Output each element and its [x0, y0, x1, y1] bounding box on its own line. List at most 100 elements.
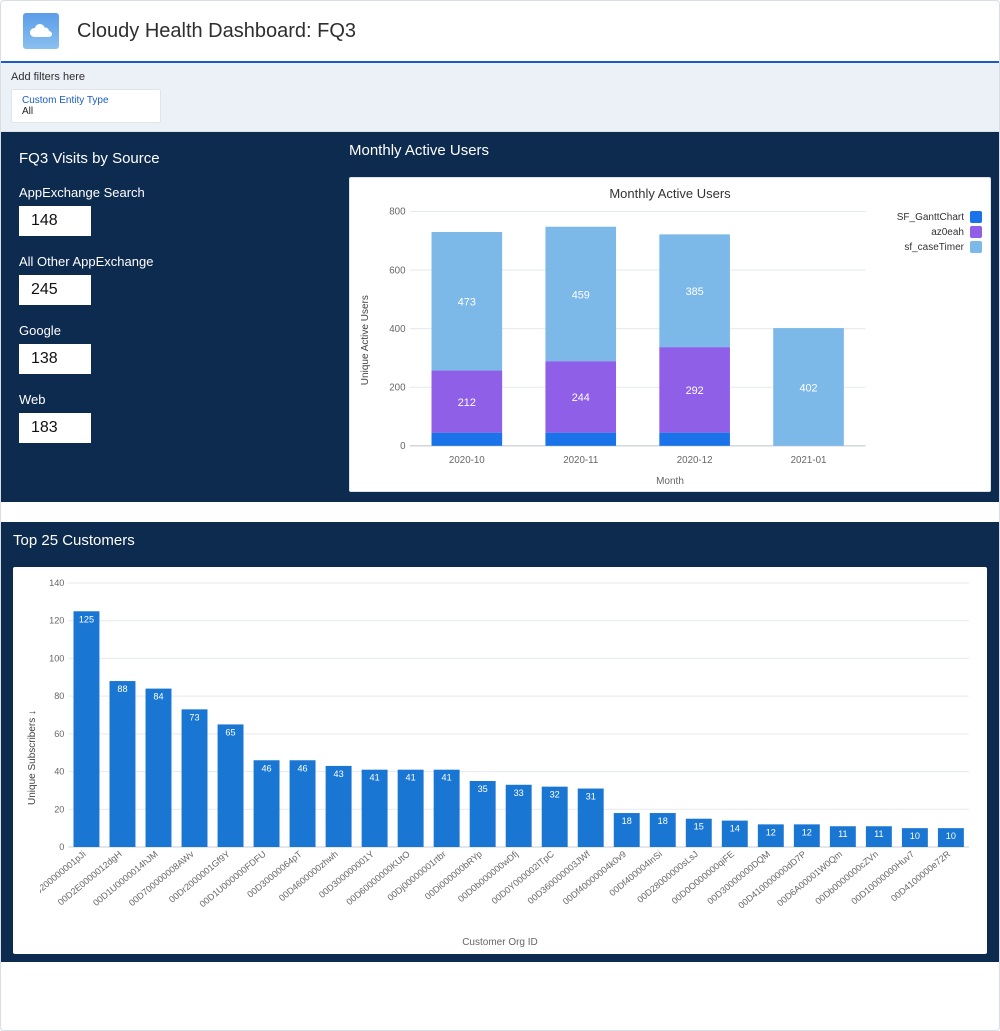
legend-item[interactable]: sf_caseTimer [872, 241, 982, 253]
svg-text:40: 40 [54, 767, 64, 777]
metric-value[interactable]: 138 [19, 344, 91, 374]
mau-chart-title: Monthly Active Users [358, 186, 982, 201]
svg-text:31: 31 [586, 792, 596, 802]
svg-text:00D0Y000002ITpC: 00D0Y000002ITpC [490, 849, 557, 906]
dashboard-header: Cloudy Health Dashboard: FQ3 [1, 1, 999, 63]
metric-value[interactable]: 245 [19, 275, 91, 305]
filters-bar: Add filters here Custom Entity Type All [1, 63, 999, 132]
customers-title: Top 25 Customers [13, 532, 987, 549]
svg-text:2021-01: 2021-01 [791, 455, 827, 466]
page-title: Cloudy Health Dashboard: FQ3 [77, 20, 356, 43]
svg-text:459: 459 [572, 289, 590, 301]
svg-text:100: 100 [49, 654, 64, 664]
svg-text:00D700000008AWv: 00D700000008AWv [127, 849, 196, 908]
customers-y-axis-label: Unique Subscribers ↓ [25, 577, 40, 937]
mau-chart[interactable]: 02004006008002020-102020-112020-122021-0… [373, 205, 872, 476]
mau-y-axis-label: Unique Active Users [358, 205, 373, 476]
top-customers-panel: Top 25 Customers Unique Subscribers ↓ 0 2… [9, 522, 991, 954]
cloud-icon [23, 13, 59, 49]
svg-text:00D4100000e72R: 00D4100000e72R [889, 849, 953, 904]
customers-x-axis-label: Customer Org ID [25, 937, 975, 948]
customers-chart[interactable]: 02040608010012014012500D200000001pJi8800… [40, 577, 975, 937]
mau-chart-card: Monthly Active Users Unique Active Users… [349, 177, 991, 492]
visit-metric: Google138 [19, 323, 331, 374]
svg-text:15: 15 [694, 822, 704, 832]
mau-x-axis-label: Month [358, 476, 982, 487]
svg-text:00D0O000000qiFE: 00D0O000000qiFE [670, 849, 736, 906]
svg-text:200: 200 [389, 382, 406, 393]
svg-text:00D360000003JWf: 00D360000003JWf [526, 849, 593, 906]
legend-item[interactable]: az0eah [872, 226, 982, 238]
svg-text:65: 65 [225, 728, 235, 738]
svg-text:292: 292 [686, 385, 704, 397]
svg-text:00D410000000dD7P: 00D410000000dD7P [736, 849, 808, 911]
legend-label: SF_GanttChart [897, 212, 964, 223]
svg-text:140: 140 [49, 578, 64, 588]
svg-text:12: 12 [802, 828, 812, 838]
visits-title: FQ3 Visits by Source [19, 150, 331, 167]
svg-text:00Df40000004k0v9: 00Df40000004k0v9 [561, 849, 628, 907]
svg-text:00Dr2000001Gf9Y: 00Dr2000001Gf9Y [167, 849, 232, 905]
svg-text:32: 32 [550, 790, 560, 800]
svg-text:20: 20 [54, 805, 64, 815]
svg-text:00D6A00001W0Qm: 00D6A00001W0Qm [775, 849, 844, 908]
svg-text:2020-11: 2020-11 [563, 455, 598, 466]
svg-text:84: 84 [153, 692, 163, 702]
svg-text:244: 244 [572, 392, 590, 404]
filter-value: All [22, 106, 150, 117]
svg-text:73: 73 [189, 713, 199, 723]
svg-text:41: 41 [370, 773, 380, 783]
svg-text:18: 18 [658, 816, 668, 826]
svg-text:33: 33 [514, 788, 524, 798]
add-filters-label[interactable]: Add filters here [1, 63, 999, 89]
svg-text:14: 14 [730, 824, 740, 834]
legend-swatch [970, 226, 982, 238]
svg-text:46: 46 [297, 764, 307, 774]
svg-text:00D1U000000FDFU: 00D1U000000FDFU [198, 849, 268, 909]
svg-text:41: 41 [406, 773, 416, 783]
svg-text:00D1U0000014hJM: 00D1U0000014hJM [91, 849, 160, 908]
svg-text:400: 400 [389, 324, 406, 335]
visit-metric: All Other AppExchange 245 [19, 254, 331, 305]
svg-text:88: 88 [117, 684, 127, 694]
svg-text:120: 120 [49, 616, 64, 626]
customers-chart-card: Unique Subscribers ↓ 0 20 40 60 80 100 120 140 1… [13, 567, 987, 954]
metric-label: AppExchange Search [19, 185, 331, 200]
svg-text:80: 80 [54, 691, 64, 701]
svg-text:125: 125 [79, 615, 94, 625]
legend-item[interactable]: SF_GanttChart [872, 211, 982, 223]
legend-swatch [970, 211, 982, 223]
visits-by-source-panel: FQ3 Visits by Source AppExchange Search 1… [9, 142, 339, 492]
filter-chip-custom-entity-type[interactable]: Custom Entity Type All [11, 89, 161, 123]
svg-text:60: 60 [54, 729, 64, 739]
metric-value[interactable]: 183 [19, 413, 91, 443]
metric-value[interactable]: 148 [19, 206, 91, 236]
visit-metric: AppExchange Search 148 [19, 185, 331, 236]
svg-text:385: 385 [686, 286, 704, 298]
monthly-active-users-panel: Monthly Active Users Monthly Active User… [349, 142, 991, 492]
filter-name: Custom Entity Type [22, 95, 150, 106]
svg-text:11: 11 [874, 830, 883, 840]
svg-text:0: 0 [59, 842, 64, 852]
legend-swatch [970, 241, 982, 253]
metric-label: Web [19, 392, 331, 407]
svg-text:2020-10: 2020-10 [449, 455, 485, 466]
svg-text:00D0b000000wDfj: 00D0b000000wDfj [456, 849, 520, 904]
legend-label: sf_caseTimer [904, 242, 964, 253]
svg-text:2020-12: 2020-12 [677, 455, 713, 466]
svg-text:41: 41 [442, 773, 452, 783]
svg-text:402: 402 [800, 382, 818, 394]
svg-text:600: 600 [389, 265, 406, 276]
svg-text:473: 473 [458, 297, 476, 309]
metric-label: All Other AppExchange [19, 254, 331, 269]
svg-text:43: 43 [334, 769, 344, 779]
legend-label: az0eah [931, 227, 964, 238]
svg-text:11: 11 [838, 830, 847, 840]
svg-text:12: 12 [766, 828, 776, 838]
svg-text:00D28000000sLsJ: 00D28000000sLsJ [635, 849, 700, 905]
svg-text:18: 18 [622, 816, 632, 826]
svg-text:00D2E0000012dgH: 00D2E0000012dgH [56, 849, 124, 907]
mau-panel-title: Monthly Active Users [349, 142, 991, 159]
svg-text:35: 35 [478, 784, 488, 794]
svg-text:46: 46 [261, 764, 271, 774]
